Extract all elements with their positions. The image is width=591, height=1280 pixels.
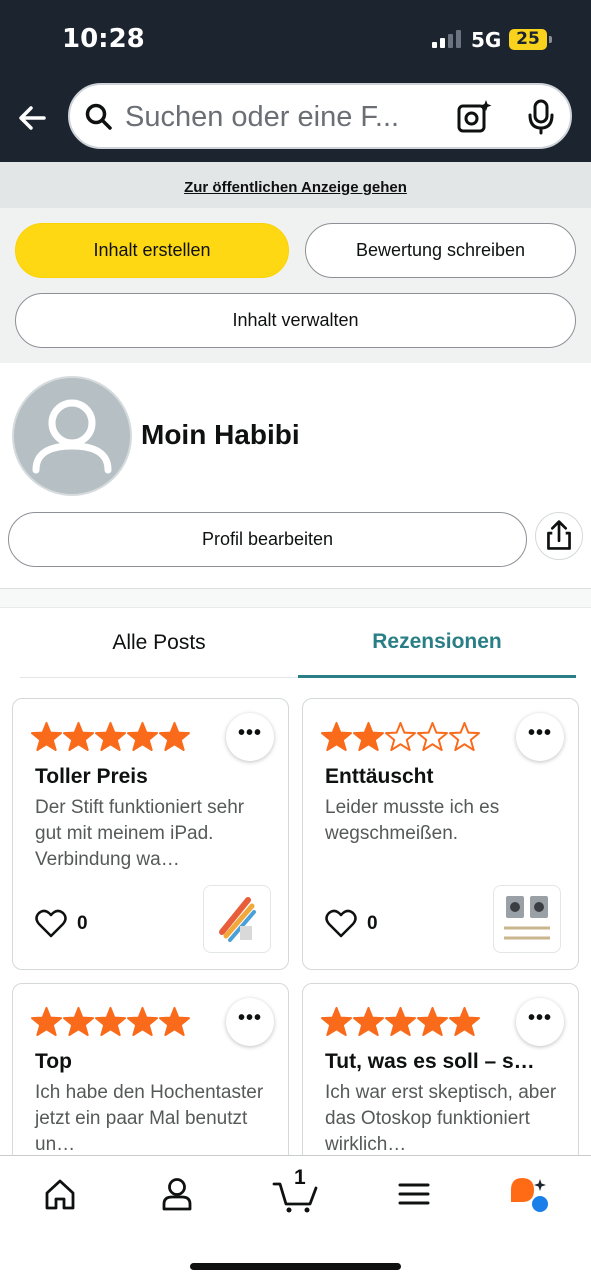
app-header: 10:28 5G 25 Suchen oder eine F... bbox=[0, 0, 591, 162]
share-icon[interactable] bbox=[535, 512, 583, 560]
cart-count: 1 bbox=[294, 1166, 306, 1189]
profile-tabs: Alle Posts Rezensionen bbox=[0, 608, 591, 680]
like-control[interactable]: 0 bbox=[325, 909, 378, 939]
battery-icon: 25 bbox=[509, 29, 552, 50]
star-filled-icon bbox=[95, 721, 126, 752]
like-count: 0 bbox=[77, 913, 88, 934]
review-text: Ich war erst skeptisch, aber das Otoskop… bbox=[325, 1082, 557, 1155]
create-content-button[interactable]: Inhalt erstellen bbox=[15, 223, 289, 278]
review-text: Der Stift funktioniert sehr gut mit mein… bbox=[35, 797, 245, 870]
edit-profile-button[interactable]: Profil bearbeiten bbox=[8, 512, 527, 567]
bottom-nav: 1 bbox=[0, 1155, 591, 1280]
star-empty-icon bbox=[385, 721, 416, 752]
star-filled-icon bbox=[321, 1006, 352, 1037]
search-placeholder: Suchen oder eine F... bbox=[125, 101, 400, 133]
star-filled-icon bbox=[417, 1006, 448, 1037]
status-time: 10:28 bbox=[62, 24, 145, 54]
tab-all-posts[interactable]: Alle Posts bbox=[20, 608, 298, 678]
rufus-ai-icon[interactable] bbox=[508, 1174, 548, 1214]
home-icon[interactable] bbox=[40, 1174, 80, 1214]
star-filled-icon bbox=[63, 1006, 94, 1037]
star-filled-icon bbox=[353, 721, 384, 752]
camera-lens-icon[interactable] bbox=[456, 99, 492, 135]
heart-icon bbox=[35, 909, 67, 938]
star-rating bbox=[31, 721, 190, 752]
star-filled-icon bbox=[127, 1006, 158, 1037]
profile-name: Moin Habibi bbox=[141, 419, 300, 450]
star-empty-icon bbox=[417, 721, 448, 752]
star-rating bbox=[321, 1006, 480, 1037]
avatar[interactable] bbox=[12, 376, 132, 496]
action-buttons: Inhalt erstellen Bewertung schreiben Inh… bbox=[0, 208, 591, 363]
section-divider bbox=[0, 588, 591, 608]
more-options-button[interactable]: ••• bbox=[516, 713, 564, 761]
review-title: Top bbox=[35, 1050, 72, 1073]
profile-section: Moin Habibi Profil bearbeiten bbox=[0, 363, 591, 593]
review-title: Enttäuscht bbox=[325, 765, 434, 788]
search-icon bbox=[85, 103, 112, 130]
manage-content-button[interactable]: Inhalt verwalten bbox=[15, 293, 576, 348]
star-filled-icon bbox=[127, 721, 158, 752]
more-options-button[interactable]: ••• bbox=[226, 713, 274, 761]
like-control[interactable]: 0 bbox=[35, 909, 88, 939]
more-options-button[interactable]: ••• bbox=[226, 998, 274, 1046]
star-empty-icon bbox=[449, 721, 480, 752]
product-thumbnail[interactable] bbox=[203, 885, 271, 953]
review-card[interactable]: ••• Enttäuscht Leider musste ich es wegs… bbox=[302, 698, 579, 970]
heart-icon bbox=[325, 909, 357, 938]
star-filled-icon bbox=[159, 721, 190, 752]
star-filled-icon bbox=[321, 721, 352, 752]
star-rating bbox=[321, 721, 480, 752]
star-filled-icon bbox=[449, 1006, 480, 1037]
network-type: 5G bbox=[471, 28, 502, 52]
star-filled-icon bbox=[159, 1006, 190, 1037]
review-title: Toller Preis bbox=[35, 765, 148, 788]
home-indicator bbox=[190, 1263, 401, 1270]
write-review-button[interactable]: Bewertung schreiben bbox=[305, 223, 576, 278]
star-filled-icon bbox=[31, 1006, 62, 1037]
cables-and-chargers-image bbox=[504, 896, 550, 940]
star-filled-icon bbox=[95, 1006, 126, 1037]
star-filled-icon bbox=[385, 1006, 416, 1037]
star-filled-icon bbox=[31, 721, 62, 752]
menu-icon[interactable] bbox=[394, 1174, 434, 1214]
star-filled-icon bbox=[63, 721, 94, 752]
user-silhouette-icon bbox=[32, 399, 112, 474]
like-count: 0 bbox=[367, 913, 378, 934]
tab-underline bbox=[20, 677, 298, 678]
cart-button[interactable]: 1 bbox=[272, 1166, 320, 1214]
account-icon[interactable] bbox=[157, 1174, 197, 1214]
star-filled-icon bbox=[353, 1006, 384, 1037]
cell-signal-icon bbox=[432, 30, 461, 48]
star-rating bbox=[31, 1006, 190, 1037]
product-thumbnail[interactable] bbox=[493, 885, 561, 953]
public-view-link[interactable]: Zur öffentlichen Anzeige gehen bbox=[184, 179, 407, 196]
search-input[interactable]: Suchen oder eine F... bbox=[68, 83, 572, 149]
back-arrow-icon[interactable] bbox=[14, 98, 54, 138]
more-options-button[interactable]: ••• bbox=[516, 998, 564, 1046]
public-view-bar: Zur öffentlichen Anzeige gehen bbox=[0, 162, 591, 208]
review-card[interactable]: ••• Toller Preis Der Stift funktioniert … bbox=[12, 698, 289, 970]
microphone-icon[interactable] bbox=[525, 99, 557, 135]
tab-reviews[interactable]: Rezensionen bbox=[298, 608, 576, 678]
review-text: Leider musste ich es wegschmeißen. bbox=[325, 797, 500, 844]
review-title: Tut, was es soll – s… bbox=[325, 1050, 535, 1073]
stylus-pen-image bbox=[219, 897, 256, 942]
review-text: Ich habe den Hochentaster jetzt ein paar… bbox=[35, 1082, 264, 1155]
